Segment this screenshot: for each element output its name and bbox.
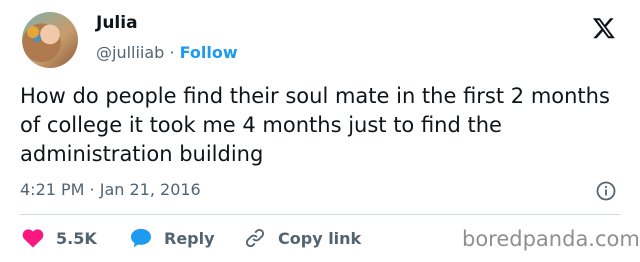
copy-link-button[interactable]: Copy link	[244, 227, 361, 249]
info-icon[interactable]	[596, 181, 616, 201]
separator-dot: ·	[169, 43, 175, 62]
tweet-timestamp[interactable]: 4:21 PM · Jan 21, 2016	[20, 180, 201, 199]
tweet-card: Julia @julliiab · Follow How do people f…	[0, 0, 640, 262]
display-name[interactable]: Julia	[96, 13, 138, 33]
tweet-text: How do people find their soul mate in th…	[20, 84, 610, 166]
heart-icon	[22, 229, 44, 248]
handle-row: @julliiab · Follow	[96, 43, 238, 62]
link-icon	[245, 228, 265, 248]
watermark: boredpanda.com	[462, 227, 640, 251]
reply-label: Reply	[164, 228, 215, 248]
user-handle[interactable]: @julliiab	[96, 43, 164, 62]
divider	[20, 214, 620, 215]
avatar[interactable]	[22, 12, 78, 68]
reply-button[interactable]: Reply	[130, 227, 215, 249]
like-button[interactable]: 5.5K	[22, 227, 97, 249]
copy-link-label: Copy link	[278, 228, 362, 248]
follow-button[interactable]: Follow	[180, 43, 238, 62]
x-logo-icon[interactable]	[592, 16, 616, 40]
like-count: 5.5K	[56, 228, 97, 248]
speech-bubble-icon	[131, 228, 151, 248]
